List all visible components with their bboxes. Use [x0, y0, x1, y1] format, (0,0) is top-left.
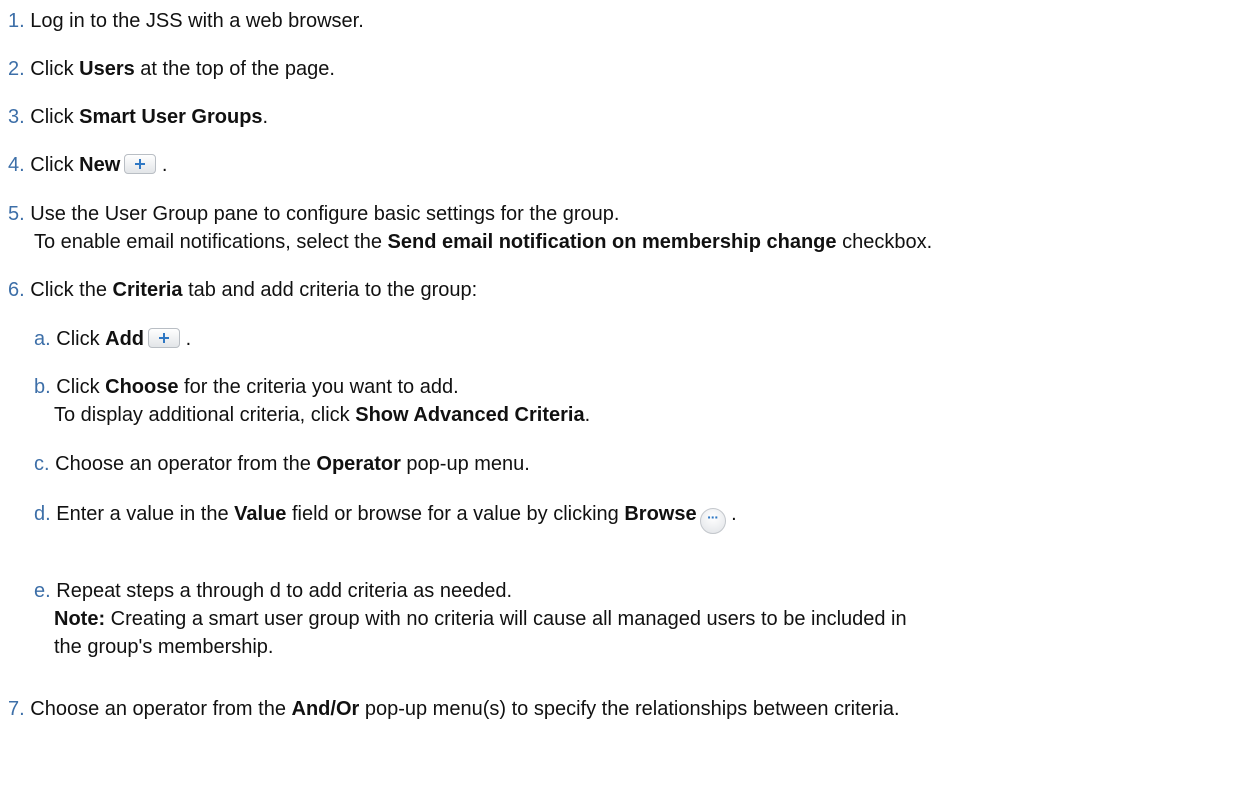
- step-text: pop-up menu(s) to specify the relationsh…: [359, 698, 900, 720]
- step-text: .: [584, 404, 591, 426]
- step-number: 1.: [8, 10, 25, 32]
- step-text: To display additional criteria, click: [54, 404, 356, 426]
- step-line: e. Repeat steps a through d to add crite…: [34, 577, 907, 605]
- step-text: Use the User Group pane to configure bas…: [30, 203, 620, 225]
- ui-term-show-advanced-criteria: Show Advanced Criteria: [355, 404, 585, 426]
- step-text: Choose an operator from the: [55, 453, 317, 475]
- step-number: 6.: [8, 279, 25, 301]
- note-text: the group's membership.: [54, 636, 274, 658]
- step-text: checkbox.: [836, 231, 933, 253]
- ui-term-and-or: And/Or: [291, 698, 360, 720]
- ui-term-criteria: Criteria: [112, 279, 183, 301]
- step-7: 7. Choose an operator from the And/Or po…: [8, 695, 900, 723]
- ui-term-users: Users: [79, 58, 135, 80]
- step-number: 4.: [8, 154, 25, 176]
- step-text: To enable email notifications, select th…: [34, 231, 388, 253]
- note-label: Note:: [54, 608, 106, 630]
- ui-term-send-email-notification: Send email notification on membership ch…: [387, 231, 837, 253]
- substep-b: b. Click Choose for the criteria you wan…: [34, 373, 590, 429]
- ui-term-operator: Operator: [316, 453, 401, 475]
- step-text: Click: [30, 106, 80, 128]
- step-text: field or browse for a value by clicking: [286, 503, 625, 525]
- step-number: 2.: [8, 58, 25, 80]
- ellipsis-icon: ···: [699, 508, 726, 534]
- plus-icon: [148, 328, 181, 348]
- step-text: pop-up menu.: [400, 453, 530, 475]
- note-text: Creating a smart user group with no crit…: [105, 608, 907, 630]
- ui-term-browse: Browse: [624, 503, 697, 525]
- step-text: Click the: [30, 279, 113, 301]
- substep-a: a. Click Add .: [34, 325, 191, 353]
- step-text: tab and add criteria to the group:: [182, 279, 478, 301]
- substep-letter: d.: [34, 503, 51, 525]
- substep-letter: a.: [34, 328, 51, 350]
- ui-term-add: Add: [105, 328, 145, 350]
- substep-d: d. Enter a value in the Value field or b…: [34, 500, 737, 534]
- substep-e: e. Repeat steps a through d to add crite…: [34, 577, 907, 661]
- step-2: 2. Click Users at the top of the page.: [8, 55, 335, 83]
- note-continuation: the group's membership.: [34, 633, 907, 661]
- step-text: Click: [56, 376, 106, 398]
- step-line: 5. Use the User Group pane to configure …: [8, 200, 932, 228]
- step-text: .: [725, 503, 737, 525]
- substep-c: c. Choose an operator from the Operator …: [34, 450, 530, 478]
- procedure-document: 1. Log in to the JSS with a web browser.…: [0, 0, 1247, 787]
- step-text: Click: [30, 58, 80, 80]
- plus-icon: [124, 154, 157, 174]
- step-text: .: [180, 328, 192, 350]
- step-6: 6. Click the Criteria tab and add criter…: [8, 276, 477, 304]
- substep-letter: b.: [34, 376, 51, 398]
- step-4: 4. Click New .: [8, 151, 167, 179]
- ui-term-smart-user-groups: Smart User Groups: [79, 106, 263, 128]
- ui-term-new: New: [79, 154, 121, 176]
- step-1: 1. Log in to the JSS with a web browser.: [8, 7, 364, 35]
- step-text: .: [156, 154, 168, 176]
- substep-letter: e.: [34, 580, 51, 602]
- step-3: 3. Click Smart User Groups.: [8, 103, 268, 131]
- step-text: .: [262, 106, 269, 128]
- step-text: Click: [56, 328, 106, 350]
- step-number: 7.: [8, 698, 25, 720]
- step-line: To display additional criteria, click Sh…: [34, 401, 590, 429]
- step-line: b. Click Choose for the criteria you wan…: [34, 373, 590, 401]
- step-text: for the criteria you want to add.: [178, 376, 459, 398]
- step-line: To enable email notifications, select th…: [8, 228, 932, 256]
- step-number: 5.: [8, 203, 25, 225]
- step-text: Repeat steps a through d to add criteria…: [56, 580, 513, 602]
- step-text: Log in to the JSS with a web browser.: [30, 10, 364, 32]
- ui-term-choose: Choose: [105, 376, 179, 398]
- note: Note: Creating a smart user group with n…: [34, 605, 907, 633]
- step-text: at the top of the page.: [134, 58, 335, 80]
- ui-term-value: Value: [234, 503, 287, 525]
- step-number: 3.: [8, 106, 25, 128]
- substep-letter: c.: [34, 453, 50, 475]
- step-text: Enter a value in the: [56, 503, 235, 525]
- step-text: Click: [30, 154, 80, 176]
- step-text: Choose an operator from the: [30, 698, 292, 720]
- step-5: 5. Use the User Group pane to configure …: [8, 200, 932, 256]
